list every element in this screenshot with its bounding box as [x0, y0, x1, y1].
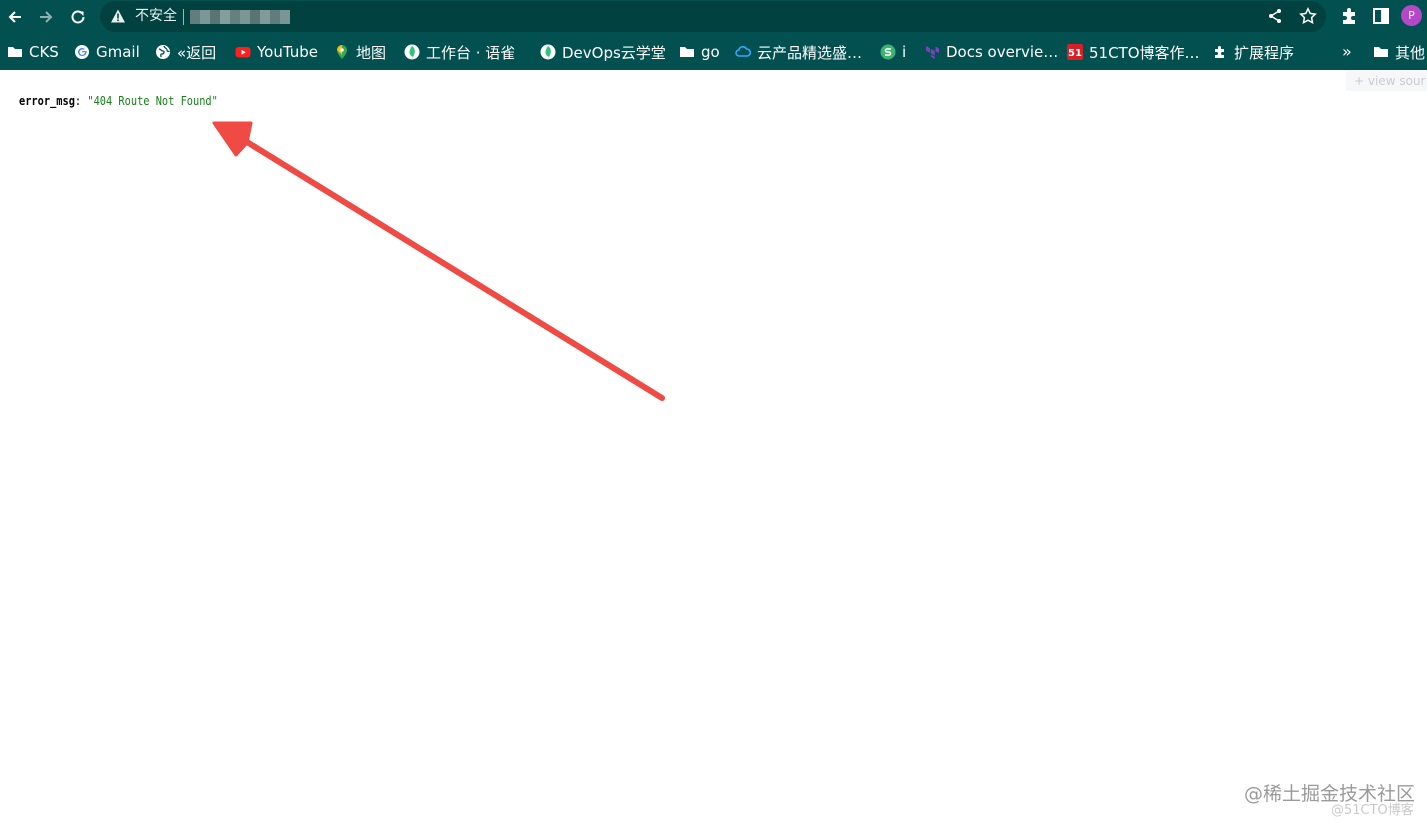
- bookmark-label: 扩展程序: [1234, 43, 1295, 62]
- terraform-icon: [926, 46, 939, 59]
- bookmark-label: 工作台 · 语雀: [426, 43, 516, 62]
- bookmark-docs-overview[interactable]: Docs overvie…: [924, 42, 1058, 62]
- url-text-redacted[interactable]: [190, 10, 290, 24]
- bookmark-maps[interactable]: 地图: [334, 42, 386, 62]
- json-entry: error_msg: "404 Route Not Found": [19, 93, 218, 109]
- browser-toolbar: 不安全 P: [0, 0, 1427, 34]
- extensions-puzzle-icon[interactable]: [1339, 6, 1359, 26]
- bookmark-label: 51CTO博客作…: [1089, 43, 1200, 62]
- bookmark-51cto[interactable]: 51 51CTO博客作…: [1067, 42, 1200, 62]
- security-status-label[interactable]: 不安全: [135, 7, 177, 25]
- omnibox-divider: [183, 9, 184, 25]
- bookmark-devops[interactable]: DevOps云学堂: [540, 42, 666, 62]
- bookmark-youtube[interactable]: YouTube: [235, 42, 318, 62]
- bookmark-label: DevOps云学堂: [562, 43, 666, 62]
- side-panel-icon[interactable]: [1371, 6, 1391, 26]
- globe-icon: [156, 45, 170, 59]
- bookmark-label: go: [701, 43, 720, 61]
- bookmark-cloud-products[interactable]: 云产品精选盛…: [735, 42, 862, 62]
- yuque-icon: [404, 44, 420, 60]
- google-icon: [75, 45, 89, 59]
- folder-icon: [680, 47, 694, 57]
- back-button[interactable]: [2, 4, 28, 30]
- folder-icon: [8, 47, 22, 57]
- puzzle-icon: [1215, 46, 1224, 58]
- bookmarks-bar: CKS Gmail «返回 YouTube 地图 工作台 · 语雀 DevOps…: [0, 34, 1427, 70]
- json-string-value: "404 Route Not Found": [87, 94, 218, 108]
- warning-triangle-icon: [111, 9, 125, 23]
- s-logo-icon: [880, 44, 896, 60]
- bookmark-label: Gmail: [96, 43, 140, 61]
- profile-avatar[interactable]: P: [1401, 5, 1422, 26]
- watermark-51cto: @51CTO博客: [1331, 803, 1414, 818]
- maps-pin-icon: [337, 45, 347, 59]
- arrow-right-icon: [40, 11, 53, 23]
- cloud-icon: [735, 46, 751, 57]
- bookmark-label: YouTube: [257, 43, 318, 61]
- bookmark-label: «返回: [177, 43, 217, 62]
- bookmark-back[interactable]: «返回: [155, 42, 216, 62]
- arrow-left-icon: [8, 11, 21, 23]
- folder-icon: [1374, 47, 1388, 57]
- bookmark-label: 云产品精选盛…: [757, 43, 863, 62]
- bookmark-label: i: [902, 43, 907, 61]
- svg-text:51: 51: [1068, 48, 1082, 59]
- 51cto-icon: 51: [1067, 44, 1083, 60]
- bookmark-label: 地图: [356, 43, 387, 62]
- bookmark-yuque-workbench[interactable]: 工作台 · 语雀: [404, 42, 515, 62]
- bookmark-gmail[interactable]: Gmail: [74, 42, 140, 62]
- browser-chrome: 不安全 P CKS Gmail «返回 YouTube 地图 工作台 · 语雀 …: [0, 0, 1427, 70]
- bookmark-cks[interactable]: CKS: [7, 42, 59, 62]
- json-colon: :: [74, 94, 82, 108]
- address-bar[interactable]: 不安全: [100, 1, 1326, 32]
- bookmark-label: CKS: [29, 43, 59, 61]
- other-bookmarks-folder[interactable]: 其他: [1373, 42, 1425, 62]
- view-source-button[interactable]: + view sour: [1346, 71, 1427, 91]
- bookmark-extensions[interactable]: 扩展程序: [1212, 42, 1294, 62]
- youtube-icon: [235, 47, 251, 58]
- other-bookmarks-label: 其他: [1395, 43, 1426, 62]
- reload-button[interactable]: [65, 4, 91, 30]
- bookmark-go[interactable]: go: [679, 42, 720, 62]
- annotation-arrow: [212, 121, 665, 401]
- star-icon[interactable]: [1299, 7, 1317, 25]
- bookmark-label: Docs overvie…: [946, 43, 1059, 61]
- bookmark-i[interactable]: i: [880, 42, 906, 62]
- yuque-icon: [540, 44, 556, 60]
- reload-icon: [71, 10, 85, 24]
- share-icon[interactable]: [1266, 7, 1284, 25]
- json-key: error_msg: [19, 94, 75, 108]
- forward-button[interactable]: [33, 4, 59, 30]
- bookmarks-overflow-button[interactable]: »: [1342, 42, 1352, 61]
